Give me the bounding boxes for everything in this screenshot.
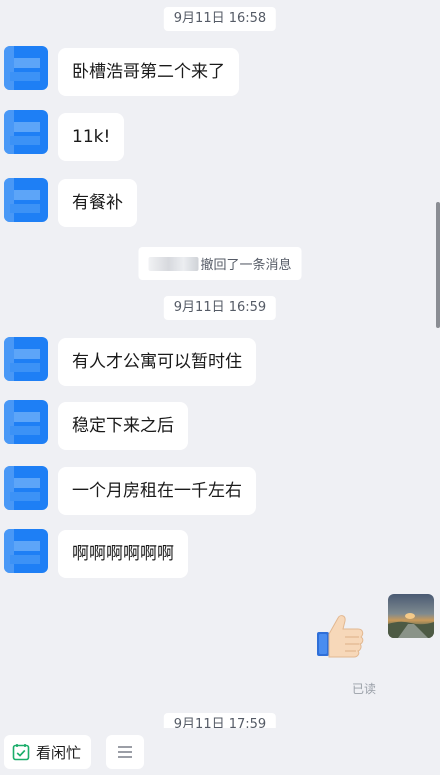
thumbs-up-icon[interactable]	[314, 612, 366, 660]
menu-icon	[118, 746, 132, 758]
timestamp-separator: 9月11日 16:59	[163, 296, 277, 320]
message-bubble[interactable]: 11k!	[58, 113, 125, 161]
contact-avatar[interactable]	[4, 46, 48, 90]
recall-notice: 撤回了一条消息	[138, 247, 302, 280]
contact-avatar[interactable]	[4, 529, 48, 573]
blurred-sender-name	[148, 256, 199, 271]
message-bubble[interactable]: 稳定下来之后	[58, 402, 188, 450]
contact-avatar[interactable]	[4, 466, 48, 510]
message-bubble[interactable]: 一个月房租在一千左右	[58, 467, 256, 515]
recall-notice-text: 撤回了一条消息	[200, 258, 292, 273]
message-bubble[interactable]: 有人才公寓可以暂时住	[58, 338, 256, 386]
chat-message-area[interactable]: 9月11日 16:58 卧槽浩哥第二个来了 11k! 有餐补 撤回了一条消息 9…	[0, 0, 440, 728]
timestamp-separator: 9月11日 16:58	[163, 7, 277, 31]
message-bubble[interactable]: 啊啊啊啊啊啊	[58, 530, 188, 578]
self-avatar[interactable]	[388, 594, 434, 638]
timestamp-separator: 9月11日 17:59	[163, 713, 277, 728]
contact-avatar[interactable]	[4, 400, 48, 444]
contact-avatar[interactable]	[4, 337, 48, 381]
calendar-check-icon	[12, 744, 30, 761]
menu-button[interactable]	[106, 735, 144, 769]
message-bubble[interactable]: 卧槽浩哥第二个来了	[58, 48, 239, 96]
bottom-toolbar: 看闲忙	[0, 728, 440, 775]
read-status: 已读	[352, 682, 377, 696]
scrollbar[interactable]	[436, 202, 440, 328]
view-busy-label: 看闲忙	[36, 743, 82, 762]
contact-avatar[interactable]	[4, 110, 48, 154]
message-bubble[interactable]: 有餐补	[58, 179, 137, 227]
view-busy-button[interactable]: 看闲忙	[4, 735, 92, 769]
contact-avatar[interactable]	[4, 178, 48, 222]
